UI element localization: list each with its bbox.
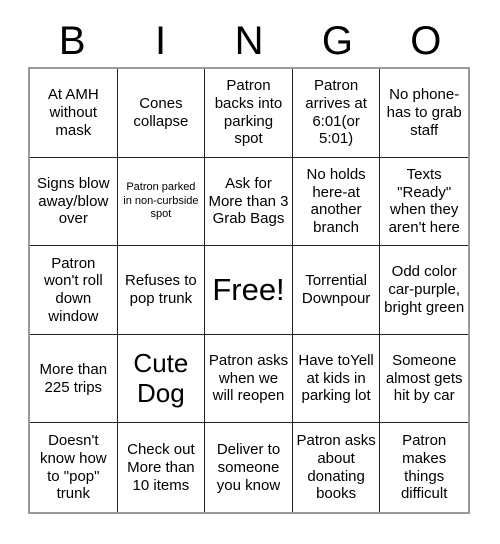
bingo-header-letter-o: O <box>410 19 442 63</box>
bingo-cell-label: Cute Dog <box>133 348 189 408</box>
bingo-cell[interactable]: Patron makes things difficult <box>380 423 468 512</box>
bingo-cell[interactable]: Cones collapse <box>117 69 206 158</box>
bingo-cell[interactable]: Texts "Ready" when they aren't here <box>380 157 468 247</box>
bingo-cell[interactable]: No phone- has to grab staff <box>380 69 468 158</box>
bingo-cell[interactable]: Patron backs into parking spot <box>205 69 293 158</box>
bingo-cell[interactable]: Have toYell at kids in parking lot <box>292 334 381 424</box>
bingo-free-space[interactable]: Free! <box>205 246 293 335</box>
bingo-cell[interactable]: No holds here-at another branch <box>292 157 381 247</box>
bingo-cell-label: Patron backs into parking spot <box>214 77 283 148</box>
bingo-grid: At AMH without mask Cones collapse Patron … <box>28 67 470 514</box>
bingo-card: B I N G O At AMH without mask Cones colla… <box>0 0 500 544</box>
bingo-cell-label: More than 225 trips <box>39 360 108 396</box>
bingo-cell[interactable]: Patron parked in non-curbside spot <box>117 157 206 247</box>
bingo-cell-label: Patron makes things difficult <box>400 432 448 503</box>
bingo-cell-label: Refuses to pop trunk <box>125 272 197 307</box>
bingo-cell[interactable]: Ask for More than 3 Grab Bags <box>205 157 293 247</box>
bingo-cell[interactable]: More than 225 trips <box>30 334 118 424</box>
bingo-cell-label: Patron won't roll down window <box>43 254 103 325</box>
bingo-cell-label: Ask for More than 3 Grab Bags <box>208 174 289 228</box>
bingo-cell[interactable]: Someone almost gets hit by car <box>380 334 468 424</box>
bingo-cell[interactable]: Check out More than 10 items <box>117 423 206 512</box>
bingo-cell[interactable]: Deliver to someone you know <box>205 423 293 512</box>
bingo-header-letter-n: N <box>234 19 264 63</box>
bingo-cell-label: Patron arrives at 6:01(or 5:01) <box>305 77 367 148</box>
bingo-cell-label: Have toYell at kids in parking lot <box>298 352 374 405</box>
bingo-cell[interactable]: Odd color car-purple, bright green <box>380 246 468 335</box>
bingo-header-letter-g: G <box>321 19 353 63</box>
bingo-cell[interactable]: At AMH without mask <box>30 69 118 158</box>
bingo-cell[interactable]: Doesn't know how to "pop" trunk <box>30 423 118 512</box>
bingo-cell-label: Texts "Ready" when they aren't here <box>388 166 460 237</box>
bingo-cell[interactable]: Patron asks about donating books <box>292 423 381 512</box>
bingo-cell-label: Patron asks about donating books <box>296 432 376 503</box>
bingo-cell[interactable]: Torrential Downpour <box>292 246 381 335</box>
bingo-header-letter-b: B <box>58 19 86 63</box>
bingo-cell-label: Check out More than 10 items <box>127 441 195 494</box>
bingo-cell-label: Signs blow away/blow over <box>37 174 110 228</box>
bingo-cell-label: Cones collapse <box>133 95 189 130</box>
bingo-cell[interactable]: Refuses to pop trunk <box>117 246 206 335</box>
bingo-cell[interactable]: Patron arrives at 6:01(or 5:01) <box>292 69 381 158</box>
bingo-header: B I N G O <box>28 16 470 66</box>
bingo-cell[interactable]: Patron asks when we will reopen <box>205 334 293 424</box>
bingo-cell-label: No phone- has to grab staff <box>386 86 462 139</box>
bingo-cell-label: Odd color car-purple, bright green <box>384 263 465 316</box>
bingo-cell-label: Patron asks when we will reopen <box>208 352 289 405</box>
bingo-cell-label: No holds here-at another branch <box>306 166 366 237</box>
bingo-cell-label: Torrential Downpour <box>301 272 371 307</box>
bingo-cell-label: Doesn't know how to "pop" trunk <box>39 432 107 503</box>
bingo-cell[interactable]: Patron won't roll down window <box>30 246 118 335</box>
bingo-cell[interactable]: Signs blow away/blow over <box>30 157 118 247</box>
bingo-cell-label: Someone almost gets hit by car <box>385 352 463 405</box>
bingo-header-letter-i: I <box>155 19 167 63</box>
bingo-cell-label: Free! <box>212 271 285 307</box>
bingo-cell[interactable]: Cute Dog <box>117 334 206 424</box>
bingo-cell-label: At AMH without mask <box>47 86 99 139</box>
bingo-cell-label: Deliver to someone you know <box>216 441 281 494</box>
bingo-cell-label: Patron parked in non-curbside spot <box>123 180 199 221</box>
